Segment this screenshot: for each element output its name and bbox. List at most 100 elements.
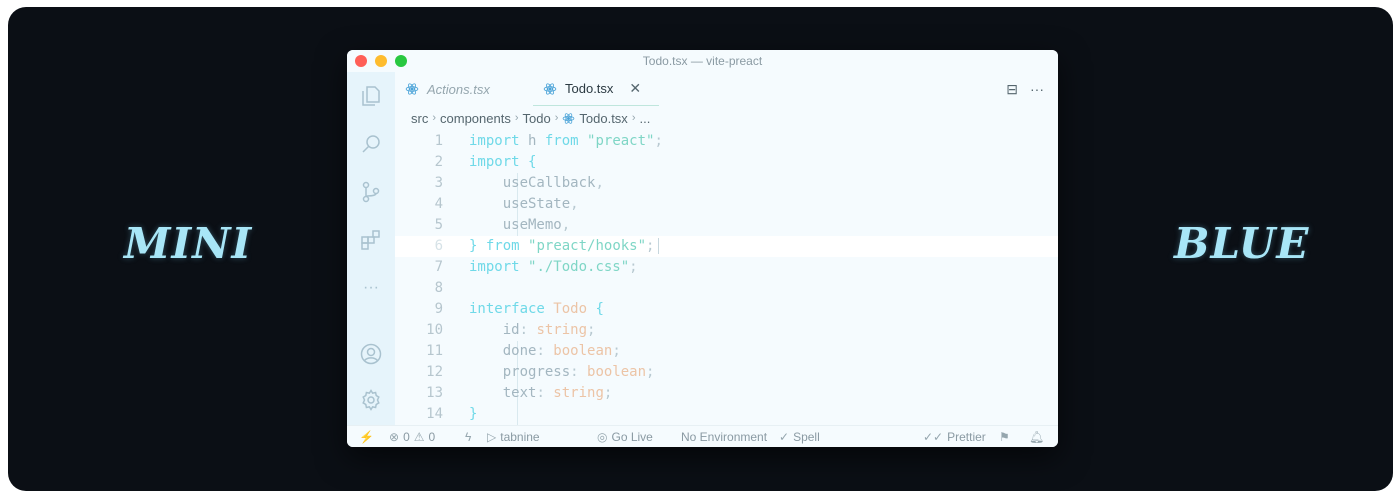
code-line[interactable]: 13 text: string; [395, 383, 1058, 404]
spell-label: Spell [793, 430, 820, 444]
line-number: 1 [434, 133, 443, 149]
code-token: "./Todo.css" [528, 259, 630, 275]
code-token: "preact/hooks" [528, 238, 647, 254]
code-token: } [469, 406, 478, 422]
code-token: ; [646, 364, 655, 380]
desktop-background: MINI BLUE Todo.tsx — vite-preact ··· Act… [8, 7, 1393, 491]
line-number: 2 [434, 154, 443, 170]
theme-word-left: MINI [124, 219, 253, 268]
spell-status[interactable]: ✓ Spell [779, 430, 820, 444]
line-number: 4 [434, 196, 443, 212]
code-line[interactable]: 5 useMemo, [395, 215, 1058, 236]
code-line[interactable]: 2 import { [395, 152, 1058, 173]
breadcrumb: src › components › Todo › Todo.tsx › ... [411, 109, 650, 127]
code-token: , [570, 196, 579, 212]
more-icon[interactable]: ··· [359, 276, 383, 300]
tabnine-icon: ▷ [487, 430, 497, 444]
code-token: done [469, 343, 537, 359]
code-line[interactable]: 8 [395, 278, 1058, 299]
code-token: import [469, 133, 520, 149]
prettier-status[interactable]: ✓✓ Prettier [923, 430, 986, 444]
status-bar: ⚡ ⊗ 0 ⚠ 0 ϟ ▷ tabnine ◎ Go Live No Envir… [347, 425, 1058, 447]
breadcrumb-item[interactable]: ... [639, 111, 650, 126]
code-editor[interactable]: 1 import h from "preact"; 2 import {3 useCa… [395, 131, 1058, 425]
react-icon [543, 82, 557, 95]
environment-status[interactable]: No Environment [681, 430, 767, 444]
chevron-right-icon: › [554, 112, 559, 124]
breadcrumb-item[interactable]: Todo.tsx [579, 111, 627, 126]
more-actions-icon[interactable]: ··· [1030, 81, 1044, 98]
code-token: h [519, 133, 545, 149]
tabnine-label: tabnine [500, 430, 540, 444]
code-token: from [544, 133, 579, 149]
chevron-right-icon: › [514, 112, 519, 124]
code-token: : [519, 322, 537, 338]
tab-actions[interactable]: Actions.tsx [405, 72, 490, 106]
code-line[interactable]: 6 } from "preact/hooks"; [395, 236, 1058, 257]
remote-icon[interactable]: ⚡ [359, 430, 374, 444]
error-icon: ⊗ [389, 430, 400, 444]
split-editor-icon[interactable]: ⊟ [1006, 81, 1018, 98]
code-token: : [536, 385, 554, 401]
line-number: 7 [434, 259, 443, 275]
tab-label: Actions.tsx [427, 81, 490, 97]
tab-bar: Actions.tsx Todo.tsx ✕ ⊟ ··· [395, 72, 1058, 106]
code-line[interactable]: 9 interface Todo { [395, 299, 1058, 320]
breadcrumb-item[interactable]: Todo [523, 111, 551, 126]
code-text: progress: boolean; [469, 362, 655, 383]
code-line[interactable]: 3 useCallback, [395, 173, 1058, 194]
code-token: { [528, 154, 537, 170]
line-number: 5 [434, 217, 443, 233]
code-text: } from "preact/hooks"; [469, 236, 660, 257]
source-control-icon[interactable] [359, 180, 383, 204]
feedback-icon[interactable]: ⚑ [999, 430, 1010, 444]
code-line[interactable]: 4 useState, [395, 194, 1058, 215]
search-icon[interactable] [359, 132, 383, 156]
extensions-icon[interactable] [359, 228, 383, 252]
code-line[interactable]: 10 id: string; [395, 320, 1058, 341]
settings-gear-icon[interactable] [359, 388, 383, 412]
code-token: from [485, 238, 520, 254]
code-token: string [536, 322, 588, 338]
line-number: 6 [434, 238, 443, 254]
code-text: id: string; [469, 320, 596, 341]
line-number: 10 [426, 322, 443, 338]
tab-todo[interactable]: Todo.tsx ✕ [533, 72, 659, 106]
title-bar: Todo.tsx — vite-preact [347, 50, 1058, 72]
breadcrumb-item[interactable]: components [440, 111, 511, 126]
code-line[interactable]: 12 progress: boolean; [395, 362, 1058, 383]
problems-indicator[interactable]: ⊗ 0 ⚠ 0 [389, 430, 435, 444]
editor-window: Todo.tsx — vite-preact ··· Actions.tsx T… [347, 50, 1058, 447]
code-token: id [469, 322, 520, 338]
close-tab-icon[interactable]: ✕ [629, 80, 641, 97]
code-text: useMemo, [469, 215, 570, 236]
breadcrumb-item[interactable]: src [411, 111, 428, 126]
code-token: boolean [553, 343, 613, 359]
line-number: 13 [426, 385, 443, 401]
code-text: } [469, 404, 477, 425]
go-live-button[interactable]: ◎ Go Live [597, 430, 653, 444]
code-token: ; [654, 133, 663, 149]
activity-bar: ··· [347, 72, 395, 425]
code-line[interactable]: 11 done: boolean; [395, 341, 1058, 362]
code-line[interactable]: 7 import "./Todo.css"; [395, 257, 1058, 278]
explorer-icon[interactable] [359, 84, 383, 108]
broadcast-icon: ◎ [597, 430, 608, 444]
account-icon[interactable] [359, 342, 383, 366]
line-number: 3 [434, 175, 443, 191]
code-token: import [469, 154, 520, 170]
code-line[interactable]: 1 import h from "preact"; [395, 131, 1058, 152]
code-token: ; [603, 385, 613, 401]
code-line[interactable]: 14} [395, 404, 1058, 425]
text-cursor [658, 238, 660, 254]
bolt-icon[interactable]: ϟ [465, 430, 471, 444]
code-text: text: string; [469, 383, 613, 404]
tabnine-status[interactable]: ▷ tabnine [487, 430, 540, 444]
code-token: : [536, 343, 554, 359]
bell-icon[interactable]: 🔔︎ [1029, 430, 1044, 444]
code-token: { [595, 301, 604, 317]
code-text: done: boolean; [469, 341, 621, 362]
line-number: 8 [434, 280, 443, 296]
